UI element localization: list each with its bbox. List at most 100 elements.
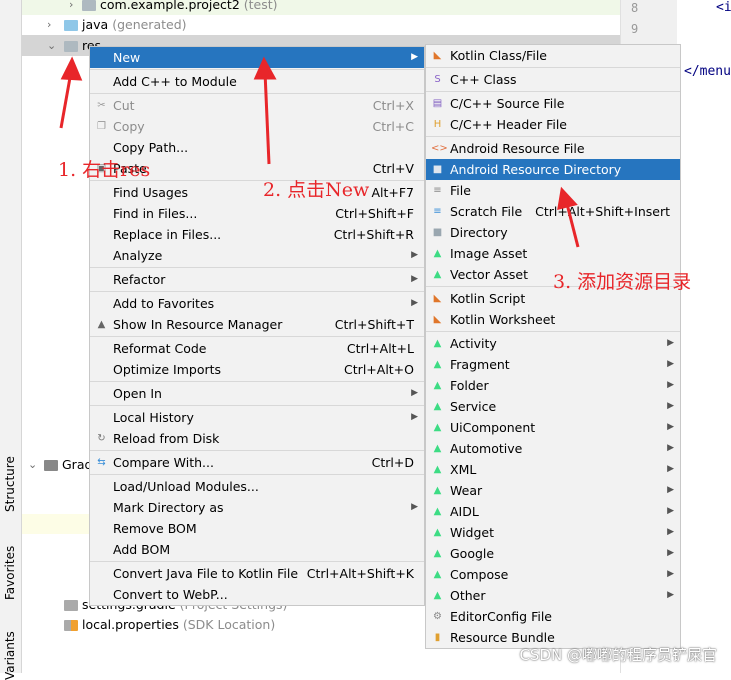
gear-icon: ⚙ xyxy=(433,611,442,622)
submenu-arrow-icon: ▶ xyxy=(411,298,418,308)
menu-item-copy[interactable]: ❐ Copy Ctrl+C xyxy=(90,116,424,137)
android-icon: ▲ xyxy=(433,548,442,559)
file-icon: ≡ xyxy=(433,185,442,196)
compare-icon: ⇆ xyxy=(97,457,106,468)
menu-item-label: Cut xyxy=(113,98,135,113)
menu-item-c-class[interactable]: S C++ Class xyxy=(426,69,680,90)
submenu-arrow-icon: ▶ xyxy=(411,388,418,398)
menu-separator xyxy=(90,474,424,475)
menu-item-label: Wear xyxy=(450,483,483,498)
menu-item-mark-directory-as[interactable]: Mark Directory as ▶ xyxy=(90,497,424,518)
menu-item-add-to-favorites[interactable]: Add to Favorites ▶ xyxy=(90,293,424,314)
structure-tab[interactable]: Structure xyxy=(3,456,17,512)
menu-item-automotive[interactable]: ▲ Automotive ▶ xyxy=(426,438,680,459)
menu-separator xyxy=(426,136,680,137)
menu-item-service[interactable]: ▲ Service ▶ xyxy=(426,396,680,417)
menu-item-optimize-imports[interactable]: Optimize Imports Ctrl+Alt+O xyxy=(90,359,424,380)
menu-item-label: Image Asset xyxy=(450,246,528,261)
menu-item-new[interactable]: New ▶ xyxy=(90,47,424,68)
menu-item-label: Service xyxy=(450,399,497,414)
menu-item-directory[interactable]: ■ Directory xyxy=(426,222,680,243)
menu-item-label: Optimize Imports xyxy=(113,362,222,377)
menu-item-c-c-header-file[interactable]: H C/C++ Header File xyxy=(426,114,680,135)
menu-item-find-in-files[interactable]: Find in Files... Ctrl+Shift+F xyxy=(90,203,424,224)
menu-item-editorconfig-file[interactable]: ⚙ EditorConfig File xyxy=(426,606,680,627)
menu-item-android-resource-directory[interactable]: ■ Android Resource Directory xyxy=(426,159,680,180)
submenu-arrow-icon: ▶ xyxy=(667,506,674,516)
kotlin-file-icon: ◣ xyxy=(433,50,442,61)
favorites-tab[interactable]: Favorites xyxy=(3,546,17,600)
menu-item-show-in-resource-manager[interactable]: ▲ Show In Resource Manager Ctrl+Shift+T xyxy=(90,314,424,335)
menu-item-kotlin-worksheet[interactable]: ◣ Kotlin Worksheet xyxy=(426,309,680,330)
tree-row[interactable]: › java (generated) xyxy=(22,14,620,35)
menu-item-image-asset[interactable]: ▲ Image Asset xyxy=(426,243,680,264)
gradle-icon xyxy=(64,600,78,611)
menu-item-widget[interactable]: ▲ Widget ▶ xyxy=(426,522,680,543)
menu-item-kotlin-class-file[interactable]: ◣ Kotlin Class/File xyxy=(426,45,680,66)
menu-item-shortcut: Ctrl+C xyxy=(372,119,414,134)
menu-item-label: Directory xyxy=(450,225,508,240)
kotlin-file-icon: ◣ xyxy=(433,314,442,325)
menu-item-c-c-source-file[interactable]: ▤ C/C++ Source File xyxy=(426,93,680,114)
menu-item-wear[interactable]: ▲ Wear ▶ xyxy=(426,480,680,501)
submenu-arrow-icon: ▶ xyxy=(667,380,674,390)
menu-item-compare-with[interactable]: ⇆ Compare With... Ctrl+D xyxy=(90,452,424,473)
menu-item-find-usages[interactable]: Find Usages Alt+F7 xyxy=(90,182,424,203)
menu-item-shortcut: Ctrl+Shift+T xyxy=(334,317,414,332)
annotation-step3: 3. 添加资源目录 xyxy=(553,271,692,293)
menu-item-other[interactable]: ▲ Other ▶ xyxy=(426,585,680,606)
menu-item-remove-bom[interactable]: Remove BOM xyxy=(90,518,424,539)
menu-item-convert-java-file-to-kotlin-file[interactable]: Convert Java File to Kotlin File Ctrl+Alt… xyxy=(90,563,424,584)
cpp-class-icon: S xyxy=(434,74,441,85)
menu-item-google[interactable]: ▲ Google ▶ xyxy=(426,543,680,564)
scratch-file-icon: ≡ xyxy=(433,206,442,217)
android-icon: ▲ xyxy=(433,506,442,517)
menu-item-replace-in-files[interactable]: Replace in Files... Ctrl+Shift+R xyxy=(90,224,424,245)
menu-item-label: Reload from Disk xyxy=(113,431,220,446)
menu-item-android-resource-file[interactable]: <> Android Resource File xyxy=(426,138,680,159)
menu-separator xyxy=(90,405,424,406)
code-line: <i xyxy=(716,0,731,15)
menu-item-scratch-file[interactable]: ≡ Scratch File Ctrl+Alt+Shift+Insert xyxy=(426,201,680,222)
menu-item-load-unload-modules[interactable]: Load/Unload Modules... xyxy=(90,476,424,497)
menu-item-reload-from-disk[interactable]: ↻ Reload from Disk xyxy=(90,428,424,449)
menu-item-label: UiComponent xyxy=(450,420,536,435)
menu-item-local-history[interactable]: Local History ▶ xyxy=(90,407,424,428)
menu-item-label: Copy xyxy=(113,119,145,134)
menu-item-label: XML xyxy=(450,462,477,477)
submenu-arrow-icon: ▶ xyxy=(667,401,674,411)
menu-item-reformat-code[interactable]: Reformat Code Ctrl+Alt+L xyxy=(90,338,424,359)
android-icon: ▲ xyxy=(433,248,442,259)
menu-item-refactor[interactable]: Refactor ▶ xyxy=(90,269,424,290)
submenu-arrow-icon: ▶ xyxy=(667,569,674,579)
menu-item-compose[interactable]: ▲ Compose ▶ xyxy=(426,564,680,585)
menu-item-aidl[interactable]: ▲ AIDL ▶ xyxy=(426,501,680,522)
menu-item-fragment[interactable]: ▲ Fragment ▶ xyxy=(426,354,680,375)
android-icon: ▲ xyxy=(433,443,442,454)
menu-item-file[interactable]: ≡ File xyxy=(426,180,680,201)
menu-item-label: Compose xyxy=(450,567,509,582)
menu-item-add-c-to-module[interactable]: Add C++ to Module xyxy=(90,71,424,92)
menu-item-label: Copy Path... xyxy=(113,140,189,155)
submenu-arrow-icon: ▶ xyxy=(667,422,674,432)
menu-item-convert-to-webp[interactable]: Convert to WebP... xyxy=(90,584,424,605)
menu-item-xml[interactable]: ▲ XML ▶ xyxy=(426,459,680,480)
menu-item-activity[interactable]: ▲ Activity ▶ xyxy=(426,333,680,354)
menu-item-cut[interactable]: ✂ Cut Ctrl+X xyxy=(90,95,424,116)
menu-item-open-in[interactable]: Open In ▶ xyxy=(90,383,424,404)
tree-row[interactable]: › com.example.project2 (test) xyxy=(22,0,620,15)
menu-item-label: Refactor xyxy=(113,272,166,287)
android-icon: ▲ xyxy=(433,422,442,433)
menu-item-shortcut: Ctrl+Alt+O xyxy=(344,362,414,377)
menu-item-add-bom[interactable]: Add BOM xyxy=(90,539,424,560)
submenu-arrow-icon: ▶ xyxy=(667,359,674,369)
menu-item-analyze[interactable]: Analyze ▶ xyxy=(90,245,424,266)
menu-item-label: Open In xyxy=(113,386,162,401)
menu-item-folder[interactable]: ▲ Folder ▶ xyxy=(426,375,680,396)
submenu-arrow-icon: ▶ xyxy=(667,338,674,348)
menu-item-shortcut: Ctrl+Alt+L xyxy=(346,341,414,356)
menu-item-label: Google xyxy=(450,546,495,561)
menu-item-uicomponent[interactable]: ▲ UiComponent ▶ xyxy=(426,417,680,438)
menu-item-label: Scratch File xyxy=(450,204,523,219)
menu-item-label: Compare With... xyxy=(113,455,214,470)
